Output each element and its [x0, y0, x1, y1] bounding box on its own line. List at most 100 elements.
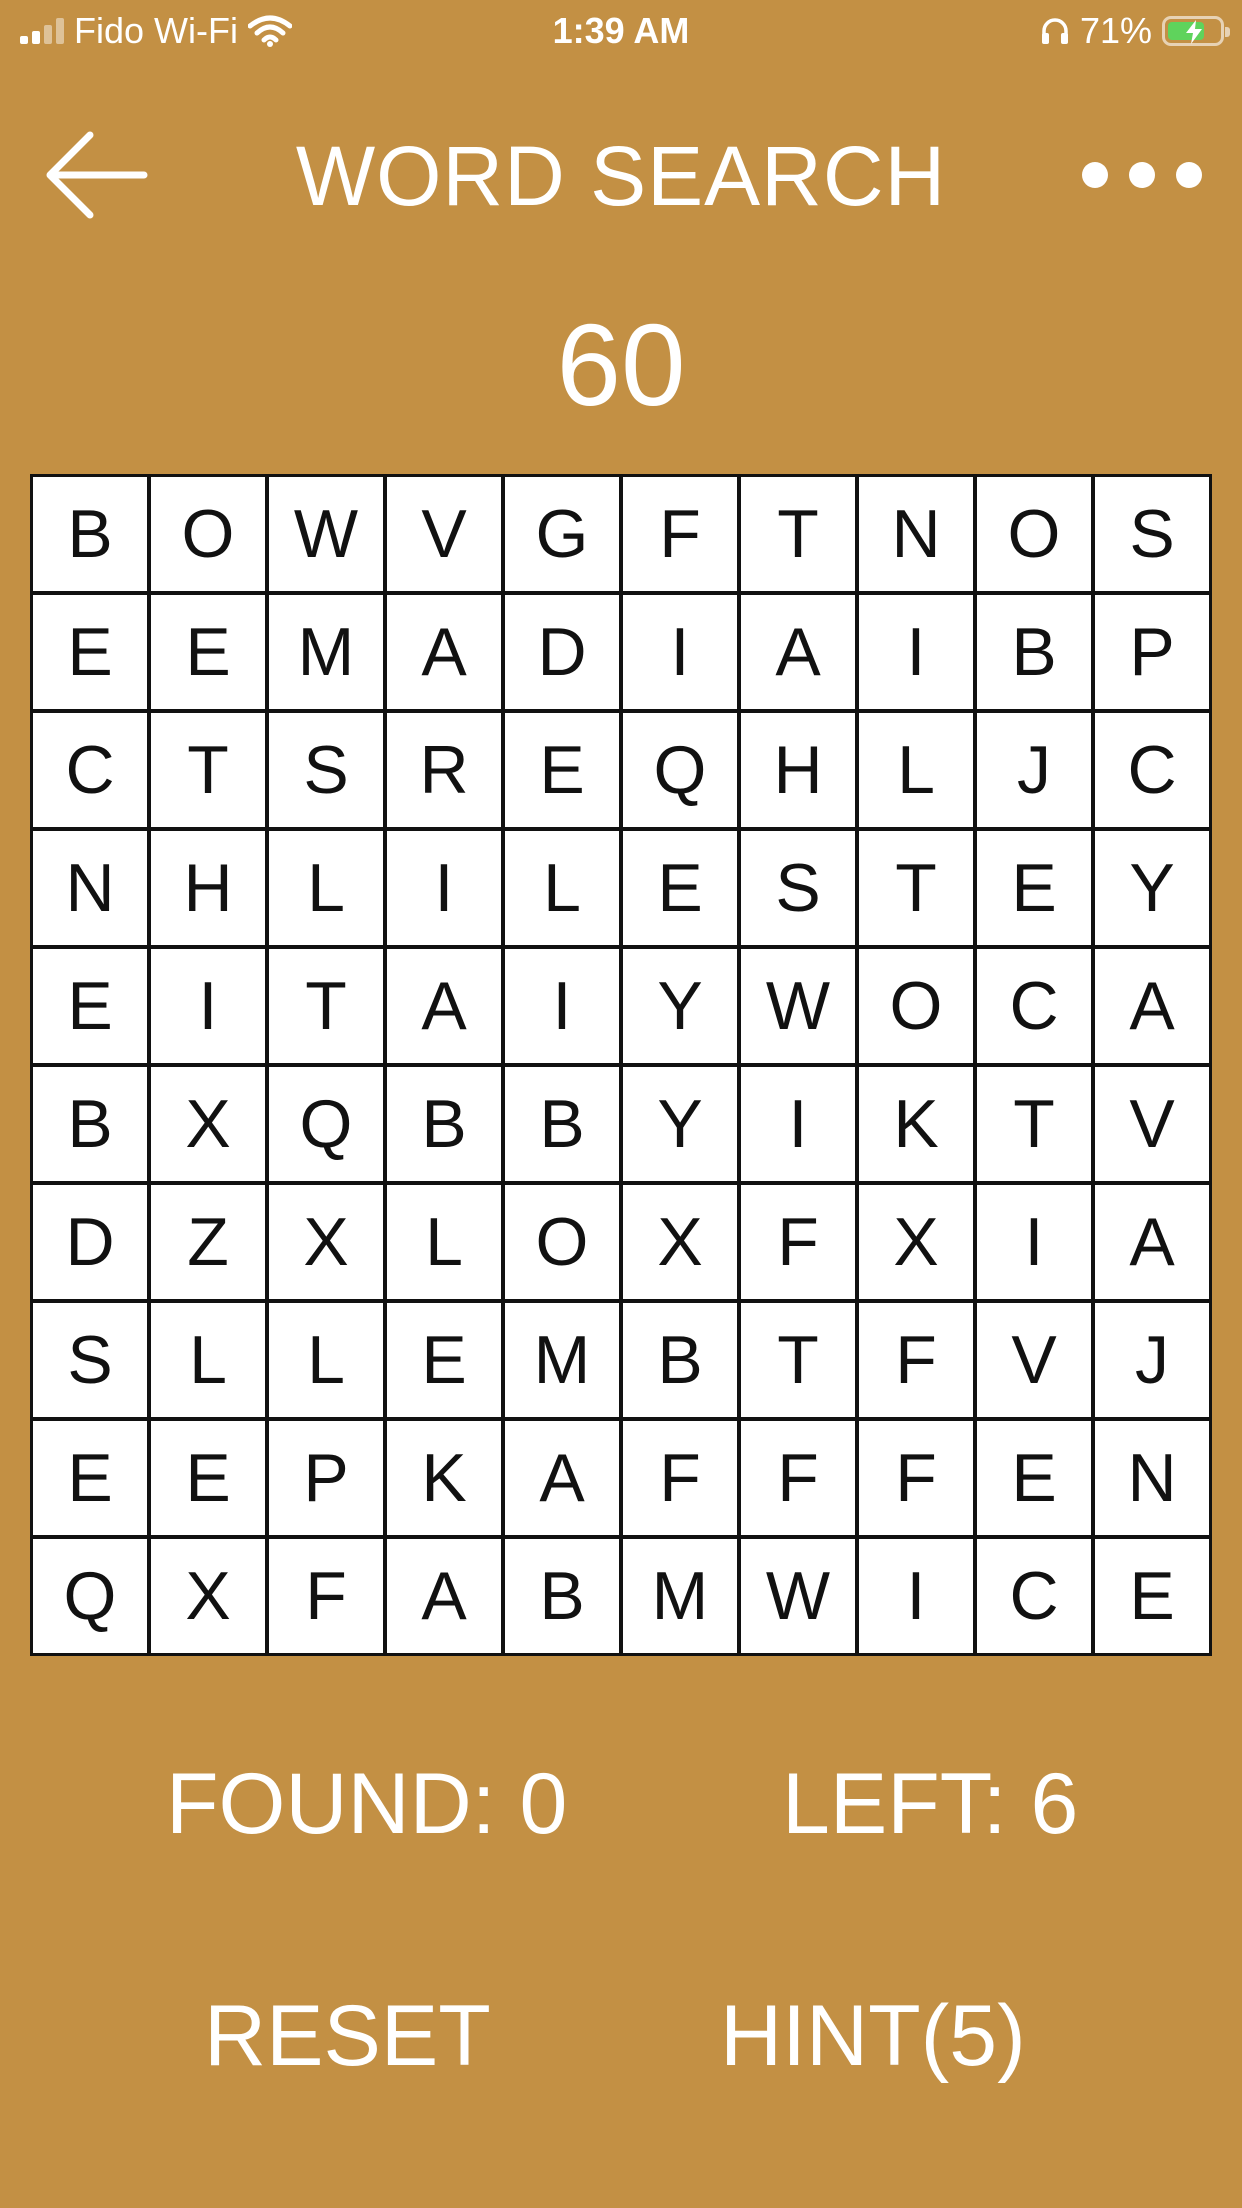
grid-cell[interactable]: E [387, 1303, 501, 1417]
grid-cell[interactable]: C [977, 949, 1091, 1063]
grid-cell[interactable]: A [1095, 1185, 1209, 1299]
grid-cell[interactable]: C [1095, 713, 1209, 827]
grid-cell[interactable]: F [741, 1421, 855, 1535]
grid-cell[interactable]: W [269, 477, 383, 591]
grid-cell[interactable]: Q [269, 1067, 383, 1181]
grid-cell[interactable]: T [741, 1303, 855, 1417]
grid-cell[interactable]: H [151, 831, 265, 945]
grid-cell[interactable]: R [387, 713, 501, 827]
grid-cell[interactable]: B [977, 595, 1091, 709]
grid-cell[interactable]: I [859, 595, 973, 709]
grid-cell[interactable]: P [269, 1421, 383, 1535]
grid-cell[interactable]: O [859, 949, 973, 1063]
grid-cell[interactable]: E [151, 1421, 265, 1535]
grid-cell[interactable]: A [1095, 949, 1209, 1063]
grid-cell[interactable]: B [387, 1067, 501, 1181]
grid-cell[interactable]: L [151, 1303, 265, 1417]
grid-cell[interactable]: E [151, 595, 265, 709]
grid-cell[interactable]: I [387, 831, 501, 945]
grid-cell[interactable]: X [623, 1185, 737, 1299]
grid-cell[interactable]: B [623, 1303, 737, 1417]
grid-cell[interactable]: F [859, 1303, 973, 1417]
grid-cell[interactable]: N [859, 477, 973, 591]
grid-cell[interactable]: F [623, 477, 737, 591]
grid-cell[interactable]: F [623, 1421, 737, 1535]
grid-cell[interactable]: N [1095, 1421, 1209, 1535]
grid-cell[interactable]: I [505, 949, 619, 1063]
grid-cell[interactable]: T [859, 831, 973, 945]
grid-cell[interactable]: H [741, 713, 855, 827]
grid-cell[interactable]: C [977, 1539, 1091, 1653]
grid-cell[interactable]: N [33, 831, 147, 945]
grid-cell[interactable]: S [741, 831, 855, 945]
grid-cell[interactable]: V [387, 477, 501, 591]
grid-cell[interactable]: Y [623, 1067, 737, 1181]
grid-cell[interactable]: F [741, 1185, 855, 1299]
grid-cell[interactable]: D [505, 595, 619, 709]
grid-cell[interactable]: X [151, 1539, 265, 1653]
grid-cell[interactable]: T [151, 713, 265, 827]
grid-cell[interactable]: X [269, 1185, 383, 1299]
grid-cell[interactable]: E [33, 1421, 147, 1535]
grid-cell[interactable]: E [623, 831, 737, 945]
grid-cell[interactable]: A [387, 1539, 501, 1653]
grid-cell[interactable]: I [977, 1185, 1091, 1299]
grid-cell[interactable]: V [1095, 1067, 1209, 1181]
grid-cell[interactable]: T [269, 949, 383, 1063]
grid-cell[interactable]: P [1095, 595, 1209, 709]
grid-cell[interactable]: F [859, 1421, 973, 1535]
hint-button[interactable]: HINT(5) [720, 1986, 1026, 2086]
grid-cell[interactable]: B [33, 477, 147, 591]
grid-cell[interactable]: B [505, 1539, 619, 1653]
grid-cell[interactable]: I [623, 595, 737, 709]
grid-cell[interactable]: L [387, 1185, 501, 1299]
grid-cell[interactable]: K [859, 1067, 973, 1181]
grid-cell[interactable]: I [859, 1539, 973, 1653]
grid-cell[interactable]: M [623, 1539, 737, 1653]
grid-cell[interactable]: C [33, 713, 147, 827]
grid-cell[interactable]: E [33, 949, 147, 1063]
grid-cell[interactable]: I [151, 949, 265, 1063]
grid-cell[interactable]: M [269, 595, 383, 709]
grid-cell[interactable]: B [33, 1067, 147, 1181]
grid-cell[interactable]: J [977, 713, 1091, 827]
grid-cell[interactable]: Q [623, 713, 737, 827]
grid-cell[interactable]: X [859, 1185, 973, 1299]
grid-cell[interactable]: T [741, 477, 855, 591]
grid-cell[interactable]: L [505, 831, 619, 945]
grid-cell[interactable]: D [33, 1185, 147, 1299]
grid-cell[interactable]: E [977, 831, 1091, 945]
grid-cell[interactable]: Y [1095, 831, 1209, 945]
grid-cell[interactable]: I [741, 1067, 855, 1181]
grid-cell[interactable]: E [33, 595, 147, 709]
grid-cell[interactable]: L [269, 1303, 383, 1417]
grid-cell[interactable]: O [977, 477, 1091, 591]
grid-cell[interactable]: S [33, 1303, 147, 1417]
grid-cell[interactable]: K [387, 1421, 501, 1535]
grid-cell[interactable]: M [505, 1303, 619, 1417]
grid-cell[interactable]: W [741, 1539, 855, 1653]
grid-cell[interactable]: Q [33, 1539, 147, 1653]
reset-button[interactable]: RESET [204, 1986, 491, 2086]
grid-cell[interactable]: W [741, 949, 855, 1063]
grid-cell[interactable]: Z [151, 1185, 265, 1299]
grid-cell[interactable]: E [1095, 1539, 1209, 1653]
grid-cell[interactable]: O [151, 477, 265, 591]
grid-cell[interactable]: A [387, 595, 501, 709]
grid-cell[interactable]: O [505, 1185, 619, 1299]
grid-cell[interactable]: G [505, 477, 619, 591]
grid-cell[interactable]: T [977, 1067, 1091, 1181]
grid-cell[interactable]: L [269, 831, 383, 945]
grid-cell[interactable]: E [977, 1421, 1091, 1535]
grid-cell[interactable]: B [505, 1067, 619, 1181]
grid-cell[interactable]: V [977, 1303, 1091, 1417]
grid-cell[interactable]: F [269, 1539, 383, 1653]
grid-cell[interactable]: X [151, 1067, 265, 1181]
more-options-button[interactable] [1082, 150, 1202, 200]
grid-cell[interactable]: A [387, 949, 501, 1063]
grid-cell[interactable]: S [1095, 477, 1209, 591]
grid-cell[interactable]: S [269, 713, 383, 827]
grid-cell[interactable]: A [741, 595, 855, 709]
grid-cell[interactable]: Y [623, 949, 737, 1063]
grid-cell[interactable]: L [859, 713, 973, 827]
